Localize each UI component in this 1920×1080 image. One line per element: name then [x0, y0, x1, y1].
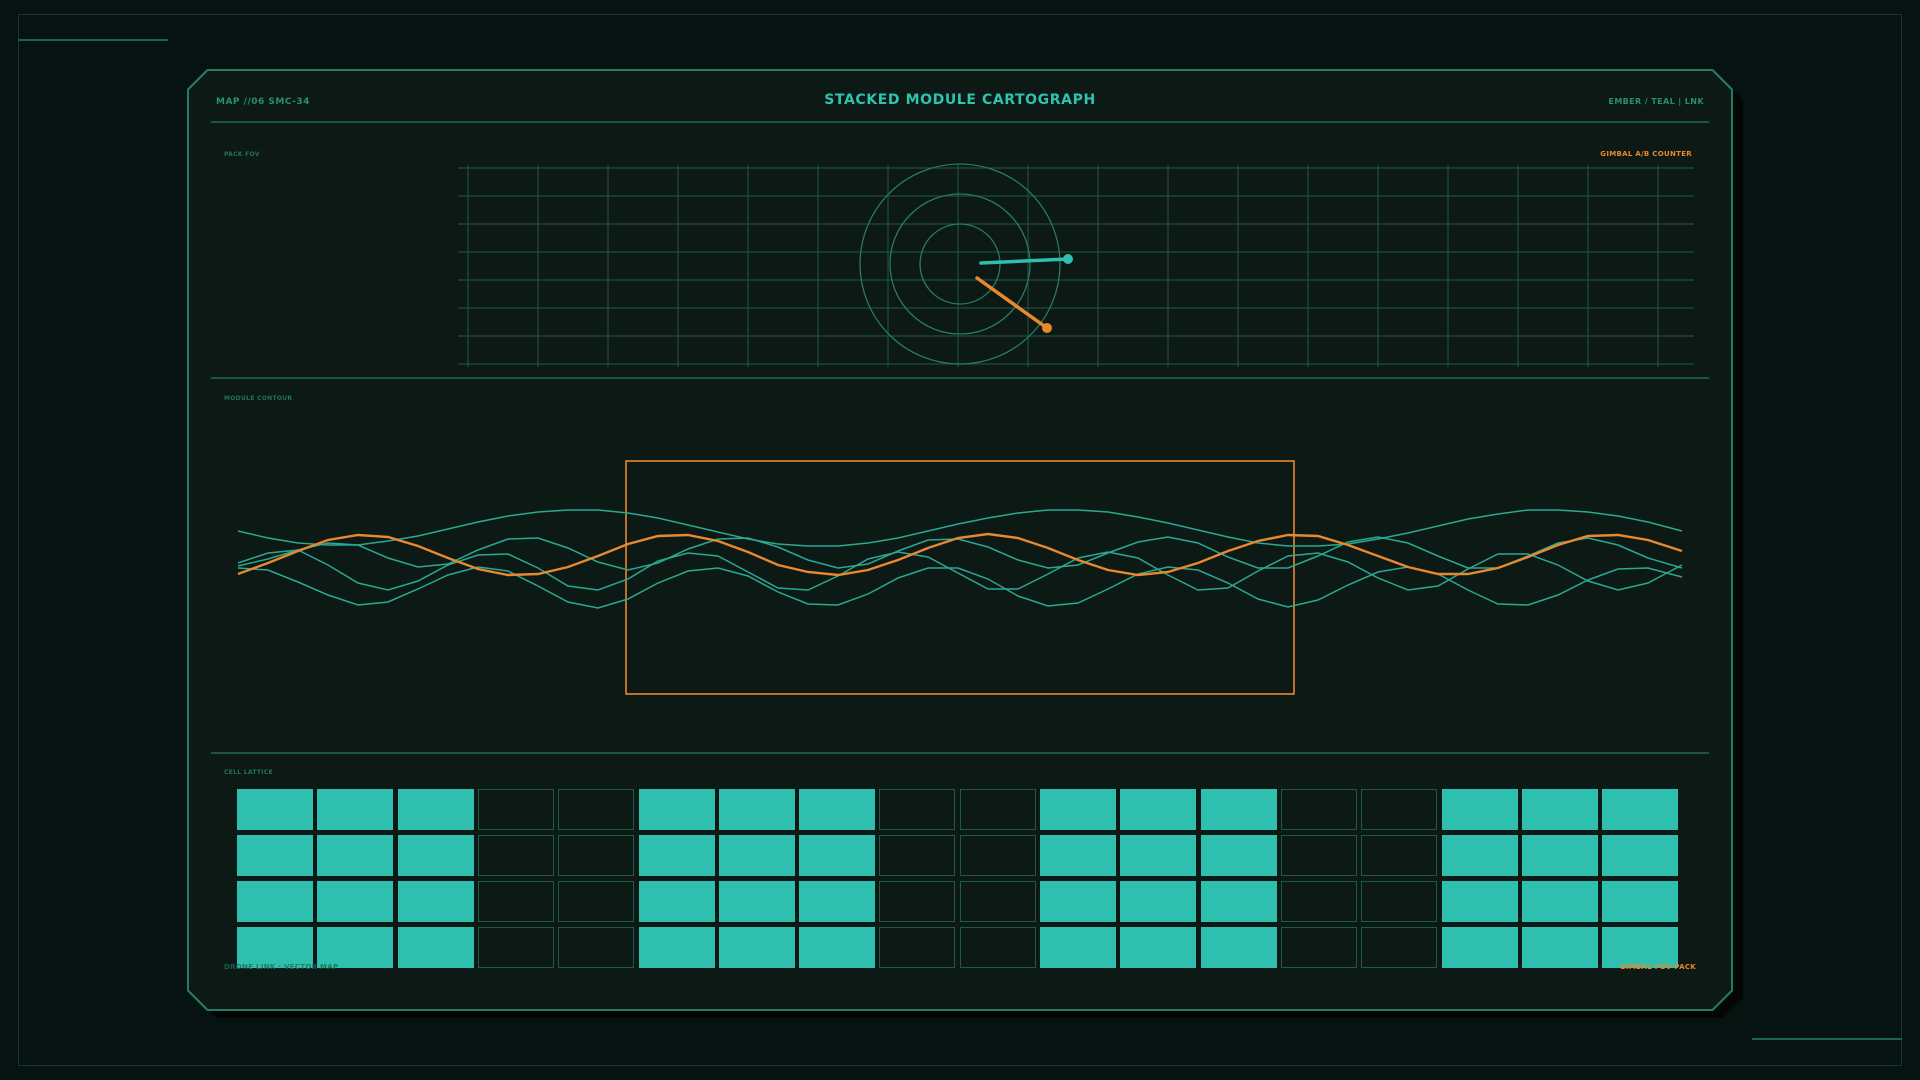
lattice-cell-empty: [558, 789, 635, 830]
lattice-cell-active: [1200, 927, 1277, 968]
gimbal-a-vector: [979, 257, 1070, 265]
lattice-cell-active: [1602, 835, 1679, 876]
lattice-cell-empty: [959, 881, 1036, 922]
lattice-cell-empty: [1361, 789, 1438, 830]
lattice-cell-empty: [1361, 927, 1438, 968]
lattice-cell-empty: [959, 835, 1036, 876]
lattice-cell-active: [317, 881, 394, 922]
contour-divider: [211, 752, 1709, 754]
lattice-cell-active: [237, 835, 313, 876]
gimbal-b-vector: [975, 276, 1049, 330]
lattice-cell-active: [1120, 927, 1197, 968]
lattice-cell-active: [1120, 789, 1197, 830]
header-divider: [211, 121, 1709, 123]
contour-section-label: MODULE CONTOUR: [224, 395, 293, 402]
lattice-cell-empty: [477, 927, 554, 968]
lattice-cell-active: [718, 835, 795, 876]
page-title: STACKED MODULE CARTOGRAPH: [824, 92, 1096, 108]
lattice-cell-empty: [477, 881, 554, 922]
corner-accent-bottom-right: [1752, 1038, 1902, 1040]
lattice-cell-empty: [959, 789, 1036, 830]
lattice-cell-active: [1040, 881, 1116, 922]
lattice-section-label: CELL LATTICE: [224, 769, 273, 776]
footer-left-label: DRONE LINK · VECTOR MAP: [224, 963, 339, 971]
gimbal-b-marker: [1042, 323, 1052, 333]
lattice-cell-active: [1200, 881, 1277, 922]
lattice-cell-active: [397, 927, 474, 968]
lattice-cell-active: [718, 927, 795, 968]
contour-line-2: [237, 536, 1683, 571]
map-code: MAP //06 SMC-34: [216, 97, 310, 107]
lattice-cell-active: [718, 881, 795, 922]
lattice-cell-active: [397, 835, 474, 876]
lattice-cell-active: [1441, 927, 1518, 968]
lattice-cell-active: [317, 927, 394, 968]
lattice-cell-active: [638, 927, 715, 968]
lattice-cell-active: [397, 881, 474, 922]
lattice-cell-active: [799, 835, 876, 876]
lattice-cell-empty: [879, 881, 956, 922]
lattice-cell-active: [397, 789, 474, 830]
lattice-cell-active: [1602, 881, 1679, 922]
lattice-cell-active: [1040, 927, 1116, 968]
lattice-cell-active: [1521, 881, 1598, 922]
lattice-cell-active: [1521, 835, 1598, 876]
lattice-cell-active: [237, 789, 313, 830]
lattice-cell-active: [1040, 835, 1116, 876]
lattice-cell-empty: [1280, 881, 1357, 922]
lattice-cell-empty: [558, 881, 635, 922]
corner-accent-top-left: [18, 39, 168, 41]
lattice-cell-active: [799, 881, 876, 922]
fov-grid: [458, 165, 1694, 367]
lattice-cell-empty: [558, 927, 635, 968]
lattice-cell-active: [1040, 789, 1116, 830]
lattice-cell-empty: [879, 835, 956, 876]
lattice-cell-active: [718, 789, 795, 830]
fov-section-label: PACK FOV: [224, 151, 260, 158]
lattice-cell-active: [1120, 835, 1197, 876]
lattice-cell-active: [237, 881, 313, 922]
lattice-cell-empty: [959, 927, 1036, 968]
fov-radar-panel: [458, 163, 1694, 367]
lattice-cell-empty: [879, 927, 956, 968]
cell-lattice: [237, 789, 1679, 969]
lattice-cell-empty: [1280, 927, 1357, 968]
lattice-cell-active: [799, 927, 876, 968]
radar-rings: [859, 163, 1061, 365]
lattice-cell-active: [1441, 835, 1518, 876]
lattice-cell-active: [638, 789, 715, 830]
lattice-cell-empty: [558, 835, 635, 876]
lattice-cell-active: [1441, 789, 1518, 830]
lattice-cell-active: [1602, 927, 1679, 968]
lattice-cell-empty: [1280, 835, 1357, 876]
gimbal-a-marker: [1063, 254, 1073, 264]
contour-selection-box: [625, 460, 1295, 695]
lattice-cell-empty: [1280, 789, 1357, 830]
lattice-cell-active: [317, 789, 394, 830]
lattice-cell-active: [638, 835, 715, 876]
lattice-cell-active: [1120, 881, 1197, 922]
lattice-cell-active: [799, 789, 876, 830]
module-contour-plot: [237, 460, 1683, 695]
lattice-cell-empty: [477, 835, 554, 876]
mode-indicator: EMBER / TEAL | LNK: [1608, 97, 1704, 106]
footer-right-label: GIMBAL FOV PACK: [1619, 963, 1696, 971]
lattice-cell-active: [317, 835, 394, 876]
lattice-cell-empty: [477, 789, 554, 830]
lattice-cell-active: [237, 927, 313, 968]
lattice-cell-empty: [1361, 881, 1438, 922]
lattice-cell-active: [1521, 927, 1598, 968]
lattice-cell-active: [638, 881, 715, 922]
lattice-cell-empty: [1361, 835, 1438, 876]
contour-line-3: [237, 549, 1683, 591]
lattice-cell-empty: [879, 789, 956, 830]
lattice-cell-active: [1521, 789, 1598, 830]
lattice-cell-active: [1200, 789, 1277, 830]
lattice-cell-active: [1441, 881, 1518, 922]
lattice-cell-active: [1602, 789, 1679, 830]
fov-divider: [211, 377, 1709, 379]
gimbal-counter-label: GIMBAL A/B COUNTER: [1600, 150, 1692, 158]
contour-line-1: [237, 509, 1683, 547]
lattice-cell-active: [1200, 835, 1277, 876]
